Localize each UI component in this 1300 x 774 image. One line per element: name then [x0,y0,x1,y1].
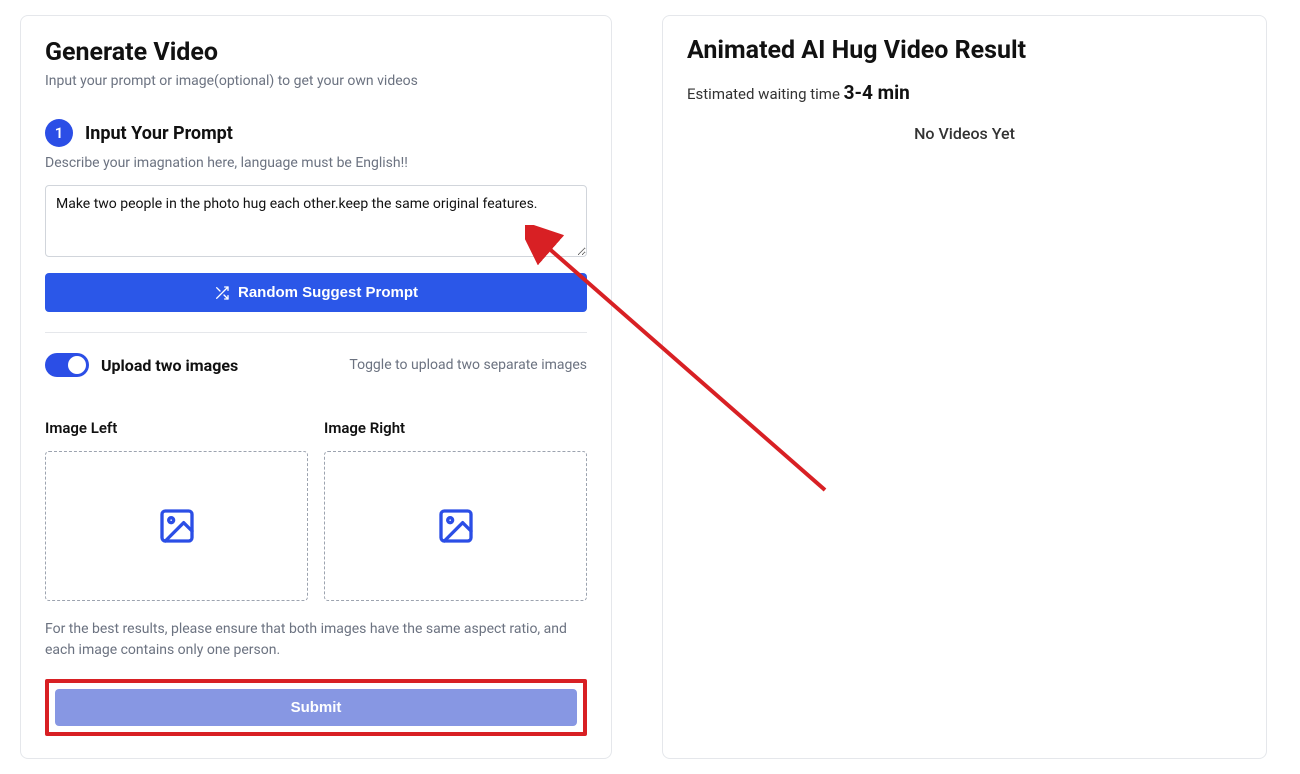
upload-two-images-toggle[interactable] [45,353,89,377]
image-icon [157,506,197,546]
upload-toggle-label: Upload two images [101,356,238,375]
panel-subtitle: Input your prompt or image(optional) to … [45,73,587,89]
step-header: 1 Input Your Prompt [45,119,587,147]
upload-note: For the best results, please ensure that… [45,619,587,661]
image-right-dropzone[interactable] [324,451,587,601]
waiting-time-row: Estimated waiting time 3-4 min [687,81,1242,104]
upload-header: Upload two images Toggle to upload two s… [45,353,587,377]
waiting-time-prefix: Estimated waiting time [687,85,844,103]
prompt-textarea[interactable] [45,185,587,257]
random-suggest-label: Random Suggest Prompt [238,284,418,301]
no-videos-message: No Videos Yet [687,124,1242,143]
section-divider [45,332,587,333]
waiting-time-value: 3-4 min [844,81,910,104]
submit-button[interactable]: Submit [55,689,577,726]
panel-title: Generate Video [45,38,587,67]
image-icon [436,506,476,546]
step-description: Describe your imagnation here, language … [45,155,587,171]
shuffle-icon [214,285,230,301]
toggle-knob [68,356,86,374]
image-right-label: Image Right [324,419,587,437]
step-label: Input Your Prompt [85,123,233,144]
image-left-label: Image Left [45,419,308,437]
upload-toggle-help: Toggle to upload two separate images [349,357,587,373]
generate-video-panel: Generate Video Input your prompt or imag… [20,15,612,759]
submit-highlight-box: Submit [45,679,587,736]
result-title: Animated AI Hug Video Result [687,36,1242,65]
image-left-dropzone[interactable] [45,451,308,601]
step-number-badge: 1 [45,119,73,147]
result-panel: Animated AI Hug Video Result Estimated w… [662,15,1267,759]
random-suggest-button[interactable]: Random Suggest Prompt [45,273,587,312]
